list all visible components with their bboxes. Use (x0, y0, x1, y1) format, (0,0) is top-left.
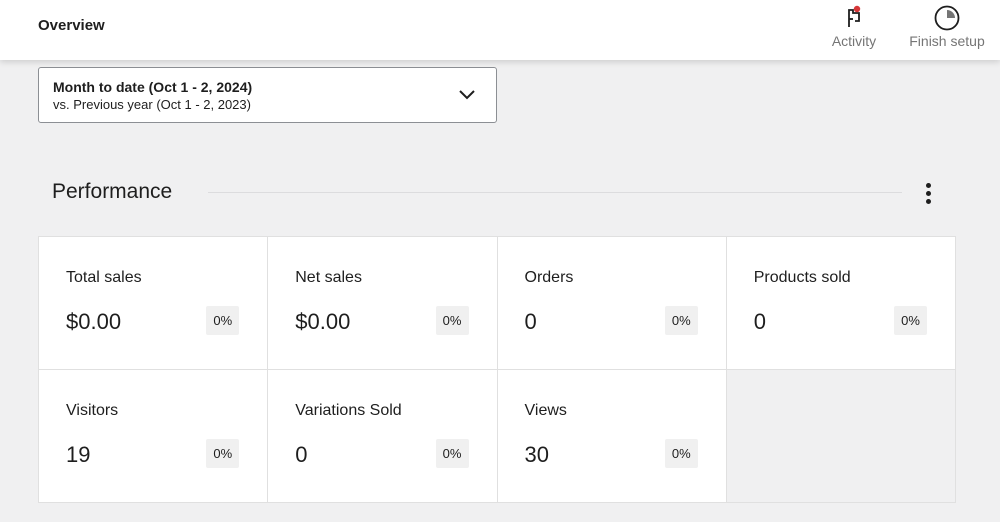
flag-icon (842, 4, 866, 32)
tile-label: Orders (524, 269, 574, 286)
section-divider (208, 192, 902, 193)
performance-heading: Performance (52, 180, 173, 203)
delta-badge: 0% (435, 439, 469, 468)
tile-total-sales[interactable]: Total sales $0.00 0% (39, 237, 268, 369)
top-header: Overview Activity Finish setup (0, 0, 1000, 60)
tile-value: 0 (295, 442, 308, 467)
tile-value: $0.00 (295, 309, 351, 334)
tile-value: 30 (524, 442, 549, 467)
tile-value: 0 (753, 309, 766, 334)
tile-value: 0 (524, 309, 537, 334)
tile-visitors[interactable]: Visitors 19 0% (39, 370, 268, 502)
delta-badge: 0% (664, 439, 698, 468)
tile-value: $0.00 (66, 309, 122, 334)
delta-badge: 0% (435, 306, 469, 335)
activity-label: Activity (831, 33, 877, 49)
notification-dot (853, 5, 861, 13)
tile-label: Total sales (66, 269, 142, 286)
chevron-down-icon (458, 88, 476, 106)
tile-label: Variations Sold (295, 402, 402, 419)
delta-badge: 0% (664, 306, 698, 335)
delta-badge: 0% (894, 306, 927, 335)
tile-views[interactable]: Views 30 0% (497, 370, 726, 502)
more-vertical-icon (925, 182, 931, 188)
date-range-picker[interactable]: Month to date (Oct 1 - 2, 2024) vs. Prev… (38, 67, 497, 123)
tile-value: 19 (66, 442, 91, 467)
delta-badge: 0% (206, 439, 240, 468)
page-title: Overview (38, 17, 105, 34)
finish-setup-label: Finish setup (909, 33, 985, 49)
date-range-comparison: vs. Previous year (Oct 1 - 2, 2023) (53, 97, 251, 112)
delta-badge: 0% (206, 306, 240, 335)
more-options-button[interactable] (916, 180, 940, 206)
tile-label: Visitors (66, 402, 119, 419)
finish-setup-button[interactable]: Finish setup (902, 4, 992, 56)
performance-grid: Total sales $0.00 0% Net sales $0.00 0% … (38, 236, 956, 503)
tile-orders[interactable]: Orders 0 0% (497, 237, 726, 369)
tile-products-sold[interactable]: Products sold 0 0% (726, 237, 955, 369)
tile-variations-sold[interactable]: Variations Sold 0 0% (268, 370, 497, 502)
date-range-primary: Month to date (Oct 1 - 2, 2024) (53, 79, 253, 95)
empty-tile (726, 370, 955, 502)
tile-label: Net sales (295, 269, 362, 286)
tile-label: Products sold (753, 269, 851, 286)
tile-label: Views (524, 402, 567, 419)
activity-button[interactable]: Activity (826, 4, 882, 56)
tile-net-sales[interactable]: Net sales $0.00 0% (268, 237, 497, 369)
progress-circle-icon (933, 4, 961, 32)
